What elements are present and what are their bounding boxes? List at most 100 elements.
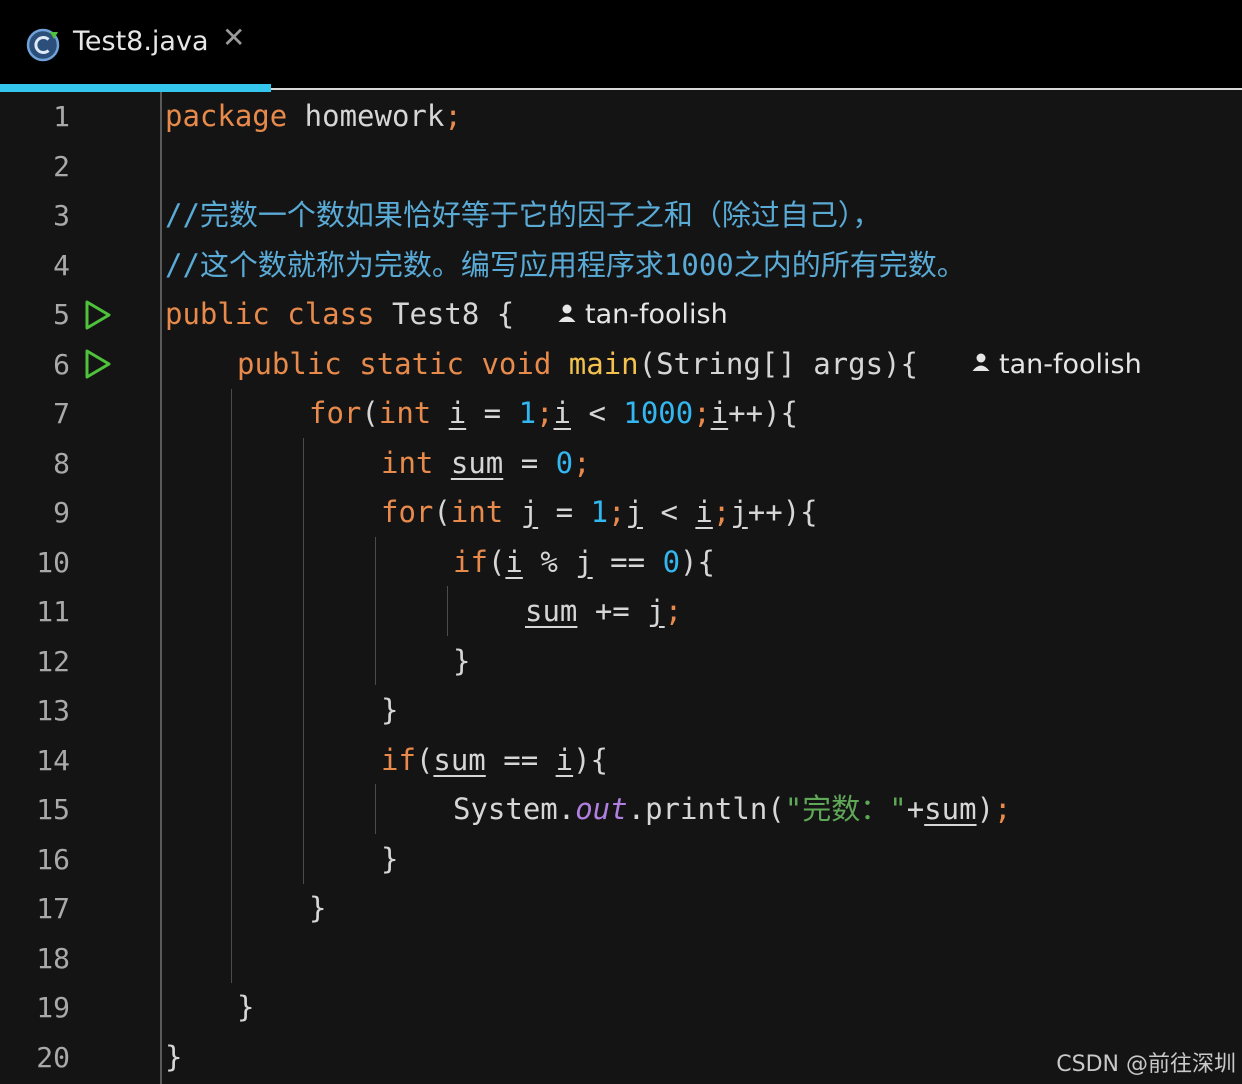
author-name: tan-foolish — [585, 299, 728, 330]
keyword: public — [165, 297, 270, 331]
variable: j — [730, 495, 748, 529]
indent-guide — [447, 586, 448, 636]
number: 1 — [590, 495, 609, 529]
code-text: ) — [976, 792, 995, 826]
semicolon: ; — [608, 495, 626, 529]
line-number: 17 — [36, 892, 70, 925]
user-icon — [972, 353, 990, 371]
run-class-icon[interactable] — [84, 300, 112, 330]
semicolon: ; — [536, 396, 554, 430]
keyword: void — [481, 346, 552, 381]
code-text: ( — [415, 742, 434, 777]
code-text: (String[] args){ — [638, 346, 918, 381]
string-quote: " — [784, 792, 803, 826]
number: 0 — [662, 544, 681, 579]
keyword: static — [359, 346, 464, 381]
line-number: 9 — [53, 496, 70, 529]
code-text: ++){ — [728, 396, 798, 430]
semicolon: ; — [573, 445, 591, 480]
code-editor[interactable]: 1 2 3 4 5 6 7 8 9 10 11 12 13 14 15 16 1… — [0, 92, 1242, 1084]
code-line: } — [237, 990, 255, 1024]
code-text: = — [538, 495, 591, 529]
code-line: } — [309, 891, 327, 925]
variable: sum — [924, 792, 977, 826]
keyword: for — [309, 396, 362, 430]
code-text: = — [503, 445, 556, 480]
line-number: 10 — [36, 545, 70, 579]
run-main-icon[interactable] — [84, 349, 112, 379]
code-line: sum += j; — [525, 587, 682, 637]
code-text: + — [906, 792, 925, 826]
code-area[interactable]: package homework; //完数一个数如果恰好等于它的因子之和（除过… — [165, 92, 1242, 1084]
line-number: 2 — [53, 149, 70, 183]
keyword: int — [378, 396, 432, 430]
line-number: 6 — [53, 347, 70, 381]
string-quote: " — [889, 792, 907, 826]
semicolon: ; — [664, 594, 683, 628]
code-line: } — [381, 841, 399, 876]
comment-line: //这个数就称为完数。编写应用程序求1000之内的所有完数。 — [165, 247, 966, 282]
code-line: if(sum == i){ — [381, 736, 608, 786]
code-text: = — [466, 396, 519, 430]
variable: i — [555, 742, 574, 777]
class-name: Test8 { — [374, 297, 515, 331]
line-number: 15 — [36, 793, 70, 826]
code-line: public static void main(String[] args){ — [237, 340, 918, 390]
semicolon: ; — [693, 396, 711, 430]
code-text: ++){ — [747, 495, 818, 529]
keyword: if — [381, 742, 416, 777]
indent-guide — [303, 438, 304, 884]
variable: i — [448, 396, 467, 430]
close-icon[interactable]: ✕ — [222, 24, 245, 52]
code-text: System. — [453, 792, 576, 826]
string-literal: 完数： — [802, 792, 890, 826]
author-inlay-hint[interactable]: tan-foolish — [971, 340, 1142, 390]
variable: sum — [525, 594, 578, 628]
keyword: package — [165, 99, 288, 133]
editor-tab-bar: Test8.java ✕ — [0, 0, 1242, 92]
variable: j — [575, 544, 593, 579]
line-number: 20 — [36, 1040, 70, 1074]
tab-title: Test8.java — [73, 26, 209, 57]
variable: j — [520, 495, 539, 529]
line-number-gutter: 1 2 3 4 5 6 7 8 9 10 11 12 13 14 15 16 1… — [0, 92, 160, 1084]
tab-test8-java[interactable]: Test8.java ✕ — [0, 0, 271, 92]
line-number: 11 — [36, 595, 70, 628]
author-name: tan-foolish — [999, 348, 1142, 380]
code-line: int sum = 0; — [381, 439, 591, 489]
line-number: 8 — [53, 446, 70, 480]
line-number: 5 — [53, 298, 70, 331]
method-name: main — [568, 346, 639, 381]
keyword: int — [381, 445, 434, 480]
variable: i — [695, 495, 713, 529]
author-inlay-hint[interactable]: tan-foolish — [557, 290, 728, 340]
java-class-icon — [26, 28, 60, 62]
variable: j — [647, 594, 665, 628]
code-text: % — [522, 544, 576, 579]
variable: i — [553, 396, 571, 430]
number: 1 — [518, 396, 537, 430]
variable: i — [710, 396, 729, 430]
keyword: class — [287, 297, 375, 331]
semicolon: ; — [712, 495, 731, 529]
line-number: 19 — [36, 991, 70, 1024]
line-number: 7 — [53, 397, 70, 430]
code-line: for(int j = 1;j < i;j++){ — [381, 488, 818, 538]
code-line: } — [381, 693, 399, 727]
keyword: for — [381, 495, 434, 529]
code-text: += — [577, 594, 648, 628]
code-text: < — [642, 495, 696, 529]
code-text: ){ — [680, 544, 715, 579]
variable: i — [505, 544, 523, 579]
line-number: 16 — [36, 842, 70, 876]
code-line: } — [165, 1039, 183, 1074]
code-text: == — [592, 544, 663, 579]
static-field: out — [575, 792, 628, 826]
active-tab-indicator — [0, 84, 271, 92]
line-number: 13 — [36, 694, 70, 727]
code-text: < — [570, 396, 624, 430]
line-number: 14 — [36, 743, 70, 777]
number: 0 — [555, 445, 574, 480]
code-text: .println( — [627, 792, 785, 826]
number: 1000 — [623, 396, 694, 430]
